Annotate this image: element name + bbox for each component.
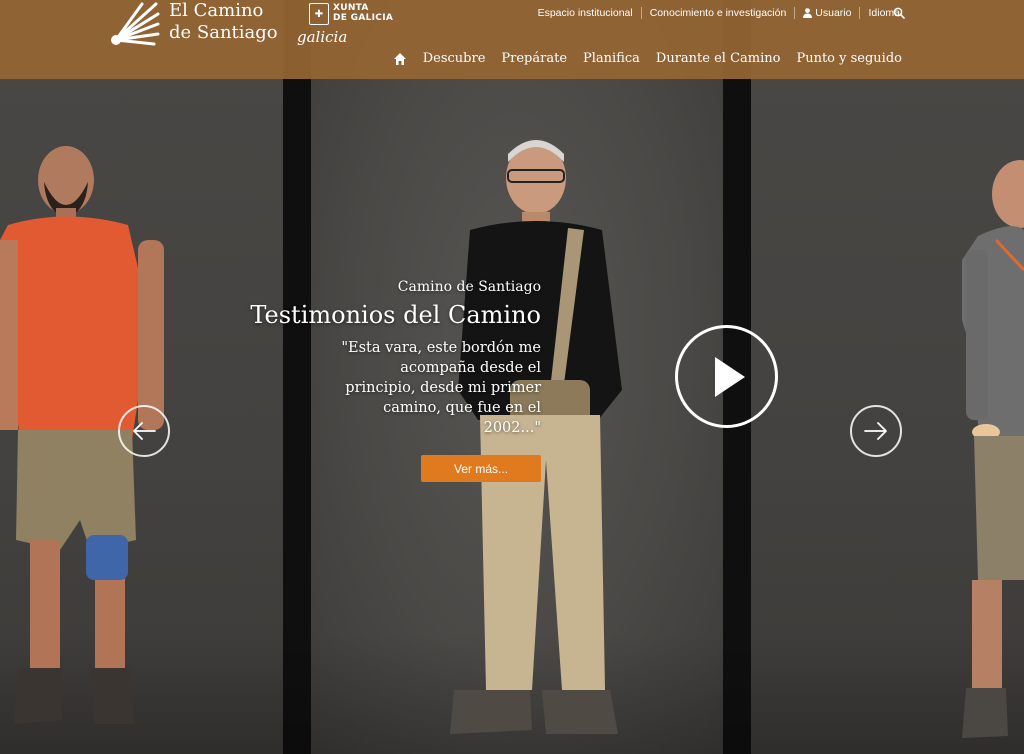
main-nav-punto-y-seguido[interactable]: Punto y seguido bbox=[796, 51, 902, 66]
pilgrim-right-image bbox=[962, 160, 1024, 738]
top-nav-label: Espacio institucional bbox=[537, 7, 633, 19]
top-nav-conocimiento[interactable]: Conocimiento e investigación bbox=[640, 7, 795, 19]
top-nav-label: Conocimiento e investigación bbox=[649, 7, 787, 19]
logo-line-2: de Santiago bbox=[169, 22, 278, 43]
top-nav-usuario[interactable]: Usuario bbox=[794, 7, 859, 19]
site-logo[interactable]: El Camino de Santiago bbox=[108, 0, 278, 50]
xunta-seal-icon: ✚ bbox=[309, 3, 329, 25]
main-nav-preparate[interactable]: Prepárate bbox=[501, 51, 567, 66]
play-video-button[interactable] bbox=[675, 325, 778, 428]
user-icon bbox=[803, 8, 813, 18]
main-nav-planifica[interactable]: Planifica bbox=[583, 51, 640, 66]
main-nav-descubre[interactable]: Descubre bbox=[423, 51, 486, 66]
slide-quote: "Esta vara, este bordón me acompaña desd… bbox=[341, 340, 541, 436]
logo-text: El Camino de Santiago bbox=[169, 0, 278, 44]
top-nav-label: Usuario bbox=[815, 7, 852, 19]
galicia-logo[interactable]: galicia bbox=[297, 28, 347, 46]
logo-line-1: El Camino bbox=[169, 0, 264, 21]
previous-slide-button[interactable] bbox=[118, 405, 170, 457]
xunta-line-2: DE GALICIA bbox=[333, 13, 394, 23]
top-nav-espacio-institucional[interactable]: Espacio institucional bbox=[530, 7, 641, 19]
ver-mas-button[interactable]: Ver más... bbox=[421, 455, 541, 482]
arrow-right-icon bbox=[864, 422, 887, 440]
slide-caption: Camino de Santiago Testimonios del Camin… bbox=[181, 279, 541, 438]
home-icon[interactable] bbox=[393, 52, 407, 66]
main-nav: Descubre Prepárate Planifica Durante el … bbox=[393, 51, 902, 66]
xunta-line-1: XUNTA bbox=[333, 3, 369, 13]
next-slide-button[interactable] bbox=[850, 405, 902, 457]
scallop-shell-icon bbox=[111, 2, 160, 46]
site-header: El Camino de Santiago ✚ XUNTA DE GALICIA… bbox=[0, 0, 1024, 79]
top-nav: Espacio institucional Conocimiento e inv… bbox=[530, 7, 908, 19]
search-icon[interactable] bbox=[893, 7, 905, 19]
arrow-left-icon bbox=[133, 422, 156, 440]
xunta-logo[interactable]: ✚ XUNTA DE GALICIA bbox=[309, 3, 393, 25]
xunta-wordmark: XUNTA DE GALICIA bbox=[333, 3, 393, 23]
main-nav-durante-el-camino[interactable]: Durante el Camino bbox=[656, 51, 781, 66]
slide-subtitle: Camino de Santiago bbox=[397, 279, 541, 295]
slide-title: Testimonios del Camino bbox=[250, 301, 541, 329]
play-icon bbox=[714, 356, 745, 397]
